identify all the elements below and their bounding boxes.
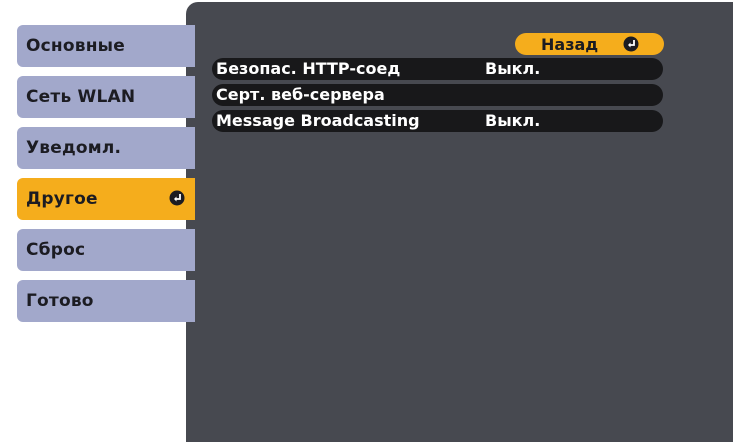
setting-label: Message Broadcasting: [216, 111, 420, 130]
tab-label: Другое: [26, 189, 98, 209]
tab-label: Уведомл.: [26, 138, 122, 158]
enter-icon: [623, 36, 639, 52]
setting-value: Выкл.: [485, 111, 541, 130]
tab-label: Основные: [26, 36, 125, 56]
enter-icon: [169, 190, 185, 206]
tab-label: Готово: [26, 291, 94, 311]
tab-basic[interactable]: Основные: [17, 25, 195, 67]
setting-row-message-broadcasting[interactable]: Message Broadcasting Выкл.: [212, 110, 663, 132]
menu-screen: Основные Сеть WLAN Уведомл. Другое Сброс…: [0, 0, 733, 444]
tab-label: Сброс: [26, 240, 86, 260]
tab-done[interactable]: Готово: [17, 280, 195, 322]
tab-reset[interactable]: Сброс: [17, 229, 195, 271]
setting-row-https[interactable]: Безопас. HTTP-соед Выкл.: [212, 58, 663, 80]
tab-label: Сеть WLAN: [26, 87, 136, 107]
setting-value: Выкл.: [485, 59, 541, 78]
back-button[interactable]: Назад: [515, 33, 664, 55]
tab-notifications[interactable]: Уведомл.: [17, 127, 195, 169]
setting-label: Серт. веб-сервера: [216, 85, 385, 104]
tab-wlan[interactable]: Сеть WLAN: [17, 76, 195, 118]
setting-row-web-server-cert[interactable]: Серт. веб-сервера: [212, 84, 663, 106]
setting-label: Безопас. HTTP-соед: [216, 59, 401, 78]
tab-other[interactable]: Другое: [17, 178, 195, 220]
back-label: Назад: [541, 34, 599, 54]
